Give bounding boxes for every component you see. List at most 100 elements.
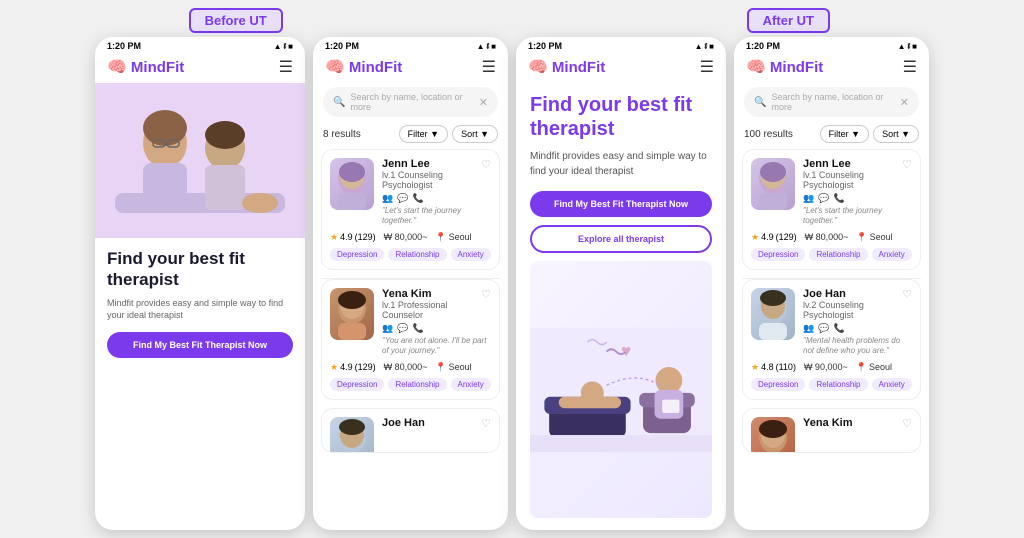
avatar-jenn: [330, 158, 374, 210]
cta-outline-3[interactable]: Explore all therapist: [530, 225, 712, 253]
therapist-card-jenn-after[interactable]: Jenn Lee lv.1 Counseling Psychologist ♡ …: [742, 149, 921, 270]
after-hero-content: Find your best fit therapist Mindfit pro…: [516, 83, 726, 530]
heart-yena-before[interactable]: ♡: [481, 288, 491, 301]
hero-content-1: Find your best fit therapist Mindfit pro…: [95, 238, 305, 530]
menu-icon-2[interactable]: ☰: [482, 57, 496, 77]
therapist-name-yena-before: Yena Kim: [382, 288, 481, 300]
price-joe-after: ₩ 90,000~: [804, 362, 848, 372]
logo-4: 🧠 MindFit: [746, 57, 823, 77]
card-info-yena-after: Yena Kim ♡: [803, 417, 912, 430]
tag-dep-y[interactable]: Depression: [330, 378, 384, 391]
heart-joe-after[interactable]: ♡: [902, 288, 912, 301]
card-info-jenn: Jenn Lee lv.1 Counseling Psychologist ♡ …: [382, 158, 491, 227]
tag-dep-ja[interactable]: Depression: [751, 248, 805, 261]
card-icons-jenn-before: 👥 💬 📞: [382, 193, 491, 204]
search-input-4[interactable]: Search by name, location or more: [771, 92, 894, 112]
therapist-name-joe-after: Joe Han: [803, 288, 902, 300]
tag-anx-joe[interactable]: Anxiety: [872, 378, 912, 391]
sort-button-2[interactable]: Sort ▼: [452, 125, 498, 143]
card-icons-joe-after: 👥 💬 📞: [803, 323, 912, 334]
time-1: 1:20 PM: [107, 41, 141, 51]
tag-anx-ja[interactable]: Anxiety: [872, 248, 912, 261]
search-clear-2[interactable]: ✕: [479, 96, 488, 109]
card-top-jenn: Jenn Lee lv.1 Counseling Psychologist ♡ …: [330, 158, 491, 227]
therapist-title-joe-after: lv.2 Counseling Psychologist: [803, 300, 902, 320]
search-clear-4[interactable]: ✕: [900, 96, 909, 109]
therapist-card-joe-partial[interactable]: Joe Han ♡: [321, 408, 500, 453]
tag-rel-y[interactable]: Relationship: [388, 378, 446, 391]
therapist-card-yena-before[interactable]: Yena Kim lv.1 Professional Counselor ♡ 👥…: [321, 279, 500, 400]
logo-1: 🧠 MindFit: [107, 57, 184, 77]
status-icons-4: ▲ᵮ■: [898, 42, 917, 51]
card-top-joe-partial: Joe Han ♡: [330, 417, 491, 453]
rating-jenn-after: ★ 4.9 (129): [751, 232, 797, 243]
nav-bar-1: 🧠 MindFit ☰: [95, 53, 305, 83]
price-yena-before: ₩ 80,000~: [384, 362, 428, 372]
price-jenn-before: ₩ 80,000~: [384, 232, 428, 242]
filter-button-2[interactable]: Filter ▼: [399, 125, 448, 143]
people-icon-joe: 👥: [803, 323, 814, 334]
menu-icon-3[interactable]: ☰: [700, 57, 714, 77]
tag-dep-joe[interactable]: Depression: [751, 378, 805, 391]
heart-joe-partial[interactable]: ♡: [481, 417, 491, 430]
cta-button-1[interactable]: Find My Best Fit Therapist Now: [107, 332, 293, 358]
phone-icon-y: 📞: [412, 323, 423, 334]
heart-yena-after[interactable]: ♡: [902, 417, 912, 430]
status-icons-1: ▲ᵮ■: [274, 42, 293, 51]
hero-title-1: Find your best fit therapist: [107, 248, 293, 291]
location-joe-after: 📍 Seoul: [856, 362, 892, 373]
tag-anx-y[interactable]: Anxiety: [451, 378, 491, 391]
hero-image-1: [95, 83, 305, 238]
card-quote-yena-before: "You are not alone. I'll be part of your…: [382, 336, 491, 357]
cta-primary-3[interactable]: Find My Best Fit Therapist Now: [530, 191, 712, 217]
search-bar-4[interactable]: 🔍 Search by name, location or more ✕: [744, 87, 919, 117]
therapist-title-jenn-after: lv.1 Counseling Psychologist: [803, 170, 902, 190]
rating-yena-before: ★ 4.9 (129): [330, 362, 376, 373]
filter-button-4[interactable]: Filter ▼: [820, 125, 869, 143]
menu-icon-1[interactable]: ☰: [279, 57, 293, 77]
therapy-illustration: ♥: [530, 261, 712, 518]
heart-jenn-before[interactable]: ♡: [481, 158, 491, 171]
card-info-jenn-after: Jenn Lee lv.1 Counseling Psychologist ♡ …: [803, 158, 912, 227]
screen-before-hero: 1:20 PM ▲ᵮ■ 🧠 MindFit ☰: [95, 37, 305, 530]
therapist-card-jenn-before[interactable]: Jenn Lee lv.1 Counseling Psychologist ♡ …: [321, 149, 500, 270]
card-top-yena: Yena Kim lv.1 Professional Counselor ♡ 👥…: [330, 288, 491, 357]
logo-2: 🧠 MindFit: [325, 57, 402, 77]
status-bar-2: 1:20 PM ▲ᵮ■: [313, 37, 508, 53]
chat-icon-ja: 💬: [818, 193, 829, 204]
status-icons-2: ▲ᵮ■: [477, 42, 496, 51]
phone-icon: 📞: [412, 193, 423, 204]
tag-depression[interactable]: Depression: [330, 248, 384, 261]
avatar-yena: [330, 288, 374, 340]
hero-people: [95, 83, 305, 238]
therapist-card-yena-after[interactable]: Yena Kim ♡: [742, 408, 921, 453]
menu-icon-4[interactable]: ☰: [903, 57, 917, 77]
search-bar-2[interactable]: 🔍 Search by name, location or more ✕: [323, 87, 498, 117]
tag-relationship[interactable]: Relationship: [388, 248, 446, 261]
screen-after-list: 1:20 PM ▲ᵮ■ 🧠 MindFit ☰ 🔍 Search by name…: [734, 37, 929, 530]
card-top-jenn-after: Jenn Lee lv.1 Counseling Psychologist ♡ …: [751, 158, 912, 227]
screen-before-list: 1:20 PM ▲ᵮ■ 🧠 MindFit ☰ 🔍 Search by name…: [313, 37, 508, 530]
status-bar-3: 1:20 PM ▲ᵮ■: [516, 37, 726, 53]
tag-anxiety[interactable]: Anxiety: [451, 248, 491, 261]
search-icon-2: 🔍: [333, 97, 345, 108]
tag-rel-ja[interactable]: Relationship: [809, 248, 867, 261]
card-info-yena: Yena Kim lv.1 Professional Counselor ♡ 👥…: [382, 288, 491, 357]
after-label: After UT: [747, 8, 830, 33]
app-name-3: MindFit: [552, 59, 605, 76]
price-jenn-after: ₩ 80,000~: [805, 232, 849, 242]
results-count-4: 100 results: [744, 129, 793, 140]
rating-jenn-before: ★ 4.9 (129): [330, 232, 376, 243]
logo-3: 🧠 MindFit: [528, 57, 605, 77]
card-icons-jenn-after: 👥 💬 📞: [803, 193, 912, 204]
location-yena-before: 📍 Seoul: [435, 362, 471, 373]
nav-bar-2: 🧠 MindFit ☰: [313, 53, 508, 83]
tag-rel-joe[interactable]: Relationship: [809, 378, 867, 391]
hero-subtitle-1: Mindfit provides easy and simple way to …: [107, 297, 293, 322]
therapist-card-joe-after[interactable]: Joe Han lv.2 Counseling Psychologist ♡ 👥…: [742, 279, 921, 400]
sort-button-4[interactable]: Sort ▼: [873, 125, 919, 143]
status-bar-1: 1:20 PM ▲ᵮ■: [95, 37, 305, 53]
status-icons-3: ▲ᵮ■: [695, 42, 714, 51]
heart-jenn-after[interactable]: ♡: [902, 158, 912, 171]
search-input-2[interactable]: Search by name, location or more: [350, 92, 473, 112]
